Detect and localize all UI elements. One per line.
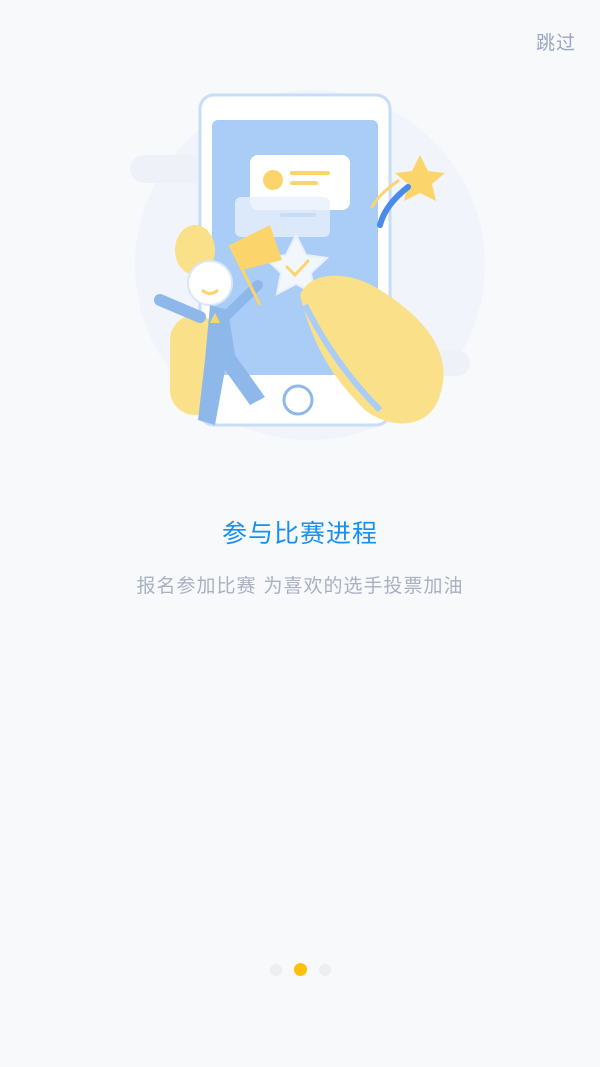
- page-subtitle: 报名参加比赛 为喜欢的选手投票加油: [136, 575, 464, 597]
- page-title: 参与比赛进程: [221, 519, 378, 548]
- phone-vote-icon: [130, 90, 485, 440]
- skip-button[interactable]: 跳过: [536, 28, 576, 55]
- page-dot[interactable]: [318, 963, 331, 976]
- page-dot-active[interactable]: [293, 963, 307, 976]
- page-dot[interactable]: [269, 963, 282, 976]
- page-indicator: [0, 963, 600, 976]
